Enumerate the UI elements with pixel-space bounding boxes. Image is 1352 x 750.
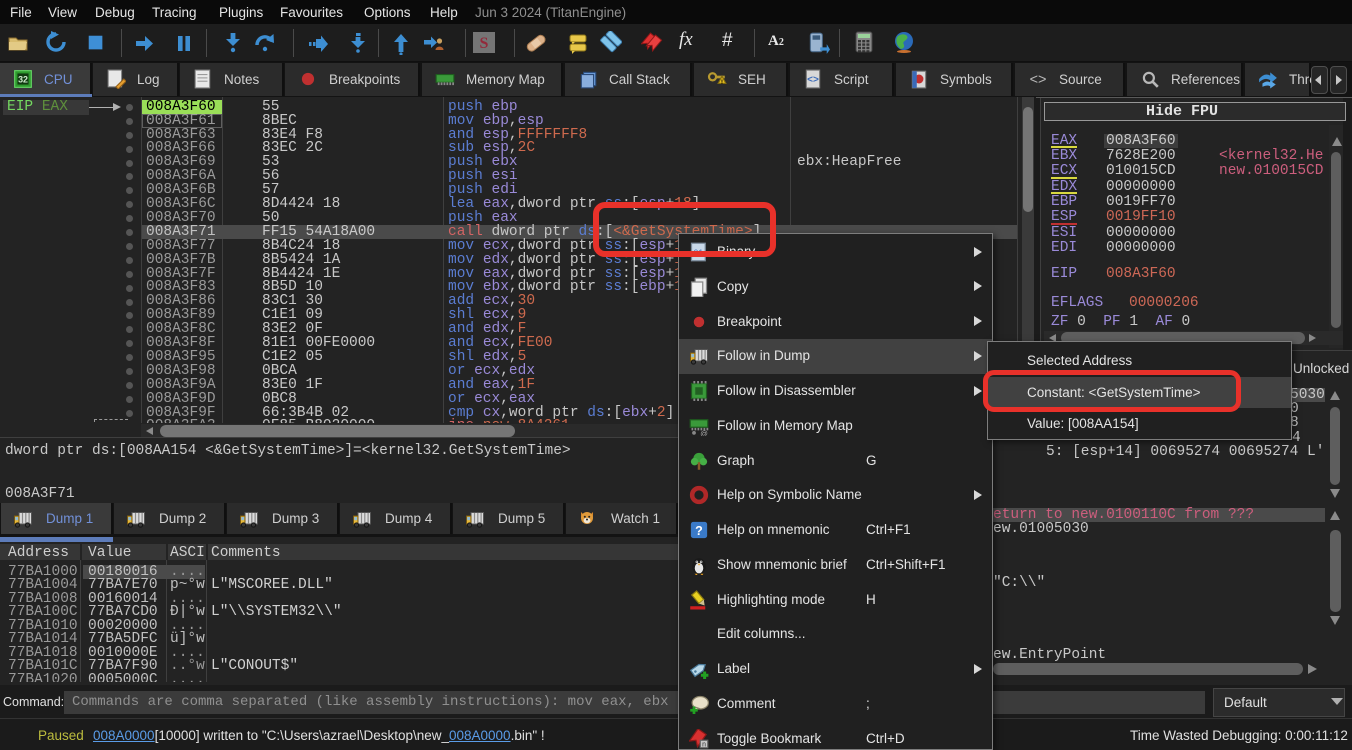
svg-text:?: ? bbox=[695, 524, 703, 538]
svg-text:S: S bbox=[480, 35, 489, 52]
svg-text:@: @ bbox=[700, 429, 708, 436]
svg-text:!: ! bbox=[721, 79, 723, 86]
svg-text:<>: <> bbox=[807, 74, 819, 85]
svg-text:n: n bbox=[702, 741, 706, 748]
svg-text:32: 32 bbox=[18, 74, 28, 84]
svg-text:<>: <> bbox=[1030, 72, 1047, 88]
